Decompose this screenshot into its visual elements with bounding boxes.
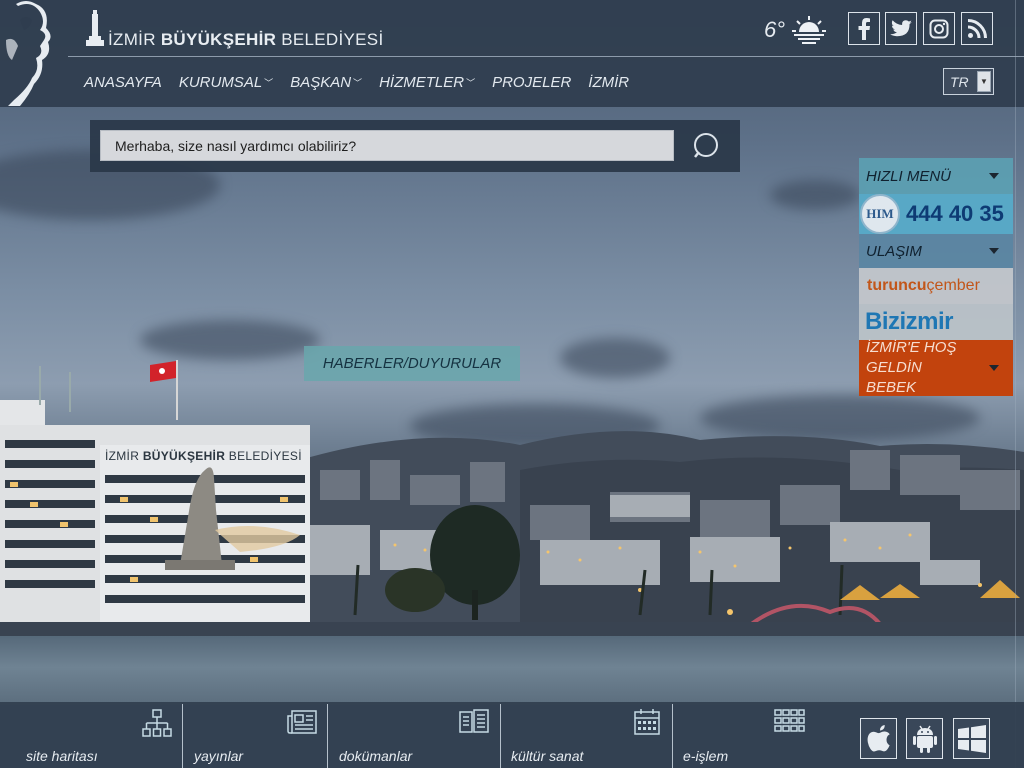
news-announcements-tab[interactable]: HABERLER/DUYURULAR <box>304 346 520 381</box>
call-center-phone[interactable]: HIM 444 40 35 <box>859 194 1013 234</box>
bottom-item-e-services[interactable]: e-işlem <box>673 702 838 768</box>
grid-icon <box>774 709 805 732</box>
header: İZMİR BÜYÜKŞEHİR BELEDİYESİ 6° ANASAYFA … <box>0 0 1024 107</box>
nav-item-kurumsal[interactable]: KURUMSAL ﹀ <box>179 74 273 91</box>
rss-button[interactable] <box>961 12 993 45</box>
windows-icon <box>957 724 986 753</box>
newspaper-icon <box>287 710 317 734</box>
search-input[interactable] <box>100 130 674 161</box>
sea <box>0 636 1024 706</box>
ataturk-silhouette-icon <box>6 1 51 106</box>
bottom-item-site-map[interactable]: site haritası <box>0 702 182 768</box>
android-icon <box>912 725 937 753</box>
language-select[interactable]: TR ▼ <box>943 68 994 95</box>
search-bar <box>90 120 740 172</box>
ios-app-button[interactable] <box>860 718 897 759</box>
sitemap-icon <box>142 709 172 737</box>
nav-item-projeler[interactable]: PROJELER <box>492 74 571 91</box>
nav-item-anasayfa[interactable]: ANASAYFA <box>84 74 162 91</box>
instagram-button[interactable] <box>923 12 955 45</box>
building-sign: İZMİR BÜYÜKŞEHİR BELEDİYESİ <box>105 449 302 463</box>
instagram-icon <box>929 19 949 38</box>
twitter-icon <box>890 19 912 36</box>
turuncu-cember-link[interactable]: turuncu çember <box>859 268 1013 304</box>
nav-item-baskan[interactable]: BAŞKAN ﹀ <box>290 74 362 91</box>
bottom-item-publications[interactable]: yayınlar <box>183 702 327 768</box>
bizizmir-link[interactable]: Bizizmir <box>859 304 1013 340</box>
calendar-icon <box>634 709 660 735</box>
quick-menu-toggle[interactable]: HIZLI MENÜ <box>859 158 1013 194</box>
search-icon <box>694 133 718 158</box>
sunset-icon <box>792 16 826 44</box>
facebook-icon <box>858 17 870 40</box>
twitter-button[interactable] <box>885 12 917 45</box>
chevron-down-icon: ﹀ <box>264 78 274 88</box>
language-selected: TR <box>950 74 969 90</box>
android-app-button[interactable] <box>906 718 943 759</box>
chevron-down-icon: ﹀ <box>353 78 363 88</box>
windows-app-button[interactable] <box>953 718 990 759</box>
weather-temperature: 6° <box>764 17 786 42</box>
header-divider <box>68 56 1024 57</box>
nav-item-izmir[interactable]: İZMİR <box>588 74 629 91</box>
main-navigation: ANASAYFA KURUMSAL ﹀ BAŞKAN ﹀ HİZMETLER ﹀ PR… <box>84 74 646 91</box>
rss-icon <box>967 18 987 38</box>
bottom-item-documents[interactable]: dokümanlar <box>328 702 500 768</box>
him-logo-icon: HIM <box>860 194 900 234</box>
site-logo[interactable]: İZMİR BÜYÜKŞEHİR BELEDİYESİ <box>108 30 383 50</box>
facebook-button[interactable] <box>848 12 880 45</box>
clock-tower-logo-icon <box>86 10 104 46</box>
page-edge-rule <box>1015 0 1016 768</box>
welcome-baby-toggle[interactable]: İZMİR'E HOŞ GELDİN BEBEK <box>859 339 1013 396</box>
bottom-item-culture-art[interactable]: kültür sanat <box>501 702 672 768</box>
transport-menu-toggle[interactable]: ULAŞIM <box>859 234 1013 268</box>
chevron-down-icon: ﹀ <box>466 78 476 88</box>
nav-item-hizmetler[interactable]: HİZMETLER ﹀ <box>379 74 475 91</box>
caret-down-icon <box>989 365 999 371</box>
apple-icon <box>867 724 890 751</box>
caret-down-icon <box>989 248 999 254</box>
documents-icon <box>459 709 489 733</box>
dropdown-arrow-icon: ▼ <box>977 71 991 92</box>
search-button[interactable] <box>690 130 722 162</box>
caret-down-icon <box>989 173 999 179</box>
